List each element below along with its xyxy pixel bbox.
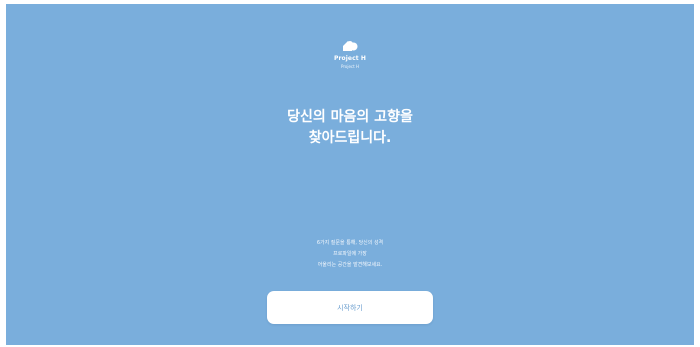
brand-name: Project H [333,55,367,62]
start-button[interactable]: 시작하기 [267,291,433,324]
headline-line-2: 찾아드립니다. [308,130,392,146]
brand-header: Project H Project H [6,37,694,69]
description-line-3: 어울리는 공간을 발견해보세요. [317,262,383,268]
headline-line-1: 당신의 마음의 고향을 [287,109,413,125]
description: 6가지 질문을 통해, 당신의 성격 프로파일에 가장 어울리는 공간을 발견해… [6,238,694,271]
description-line-1: 6가지 질문을 통해, 당신의 성격 [316,240,384,246]
headline: 당신의 마음의 고향을 찾아드립니다. [6,107,694,149]
brand-subtitle: Project H [341,64,359,69]
house-cloud-icon [343,41,358,51]
description-line-2: 프로파일에 가장 [333,251,367,257]
